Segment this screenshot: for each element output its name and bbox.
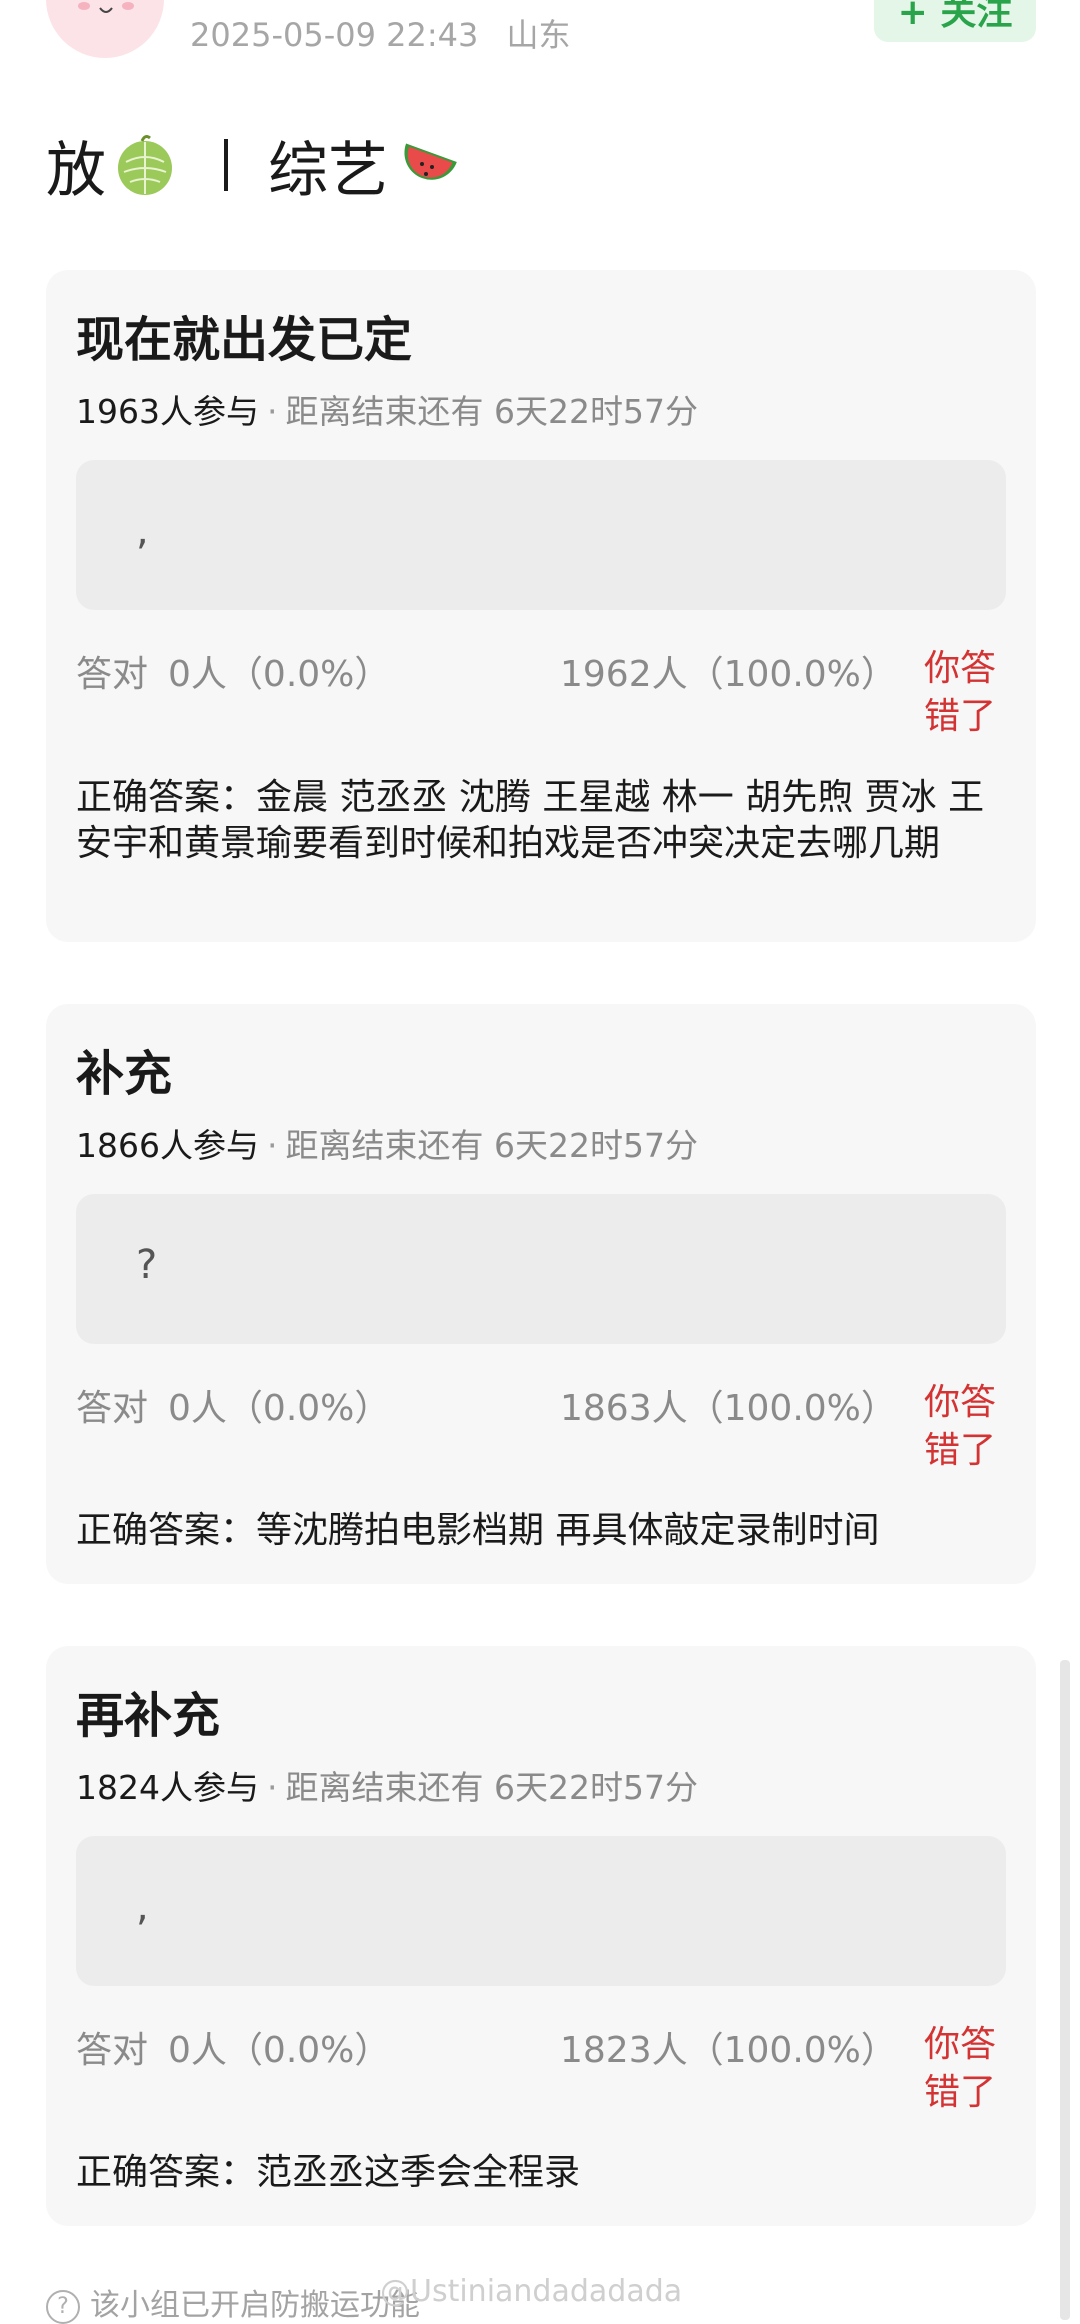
poll-meta: 1824人参与 · 距离结束还有 6天22时57分 — [76, 1761, 698, 1809]
correct-stat: 答对 0人（0.0%） — [76, 1379, 390, 1431]
poll-answer-text: , — [136, 1884, 149, 1930]
anti-repost-note: ? 该小组已开启防搬运功能 — [46, 2280, 420, 2324]
poll-remaining-time: 距离结束还有 6天22时57分 — [285, 392, 698, 431]
poll-stats: 答对 0人（0.0%） 1962人（100.0%） 你答错了 — [76, 645, 1006, 745]
correct-count: 0人（0.0%） — [168, 1388, 391, 1429]
avatar[interactable] — [46, 0, 164, 58]
poll-title: 补充 — [76, 1046, 173, 1102]
poll-answer-option[interactable]: , — [76, 460, 1006, 610]
post-meta: 2025-05-09 22:43 山东 — [190, 10, 571, 56]
poll-card: 现在就出发已定 1963人参与 · 距离结束还有 6天22时57分 , 答对 0人（0… — [46, 270, 1036, 942]
wrong-count: 1823人（100.0%） — [560, 2030, 897, 2071]
correct-stat: 答对 0人（0.0%） — [76, 2021, 390, 2073]
watermark: @Ustiniandadadada — [380, 2274, 683, 2309]
poll-remaining-time: 距离结束还有 6天22时57分 — [285, 1126, 698, 1165]
post-datetime: 2025-05-09 22:43 — [190, 16, 479, 54]
poll-meta: 1963人参与 · 距离结束还有 6天22时57分 — [76, 385, 698, 433]
poll-meta: 1866人参与 · 距离结束还有 6天22时57分 — [76, 1119, 698, 1167]
anti-repost-text: 该小组已开启防搬运功能 — [90, 2288, 420, 2323]
title-left-text: 放 — [46, 135, 106, 206]
meta-dot: · — [266, 1126, 278, 1165]
meta-dot: · — [266, 1768, 278, 1807]
correct-stat: 答对 0人（0.0%） — [76, 645, 390, 697]
correct-label: 答对 — [76, 1388, 149, 1429]
verdict-badge: 你答错了 — [924, 2024, 997, 2113]
poll-title: 现在就出发已定 — [76, 312, 413, 368]
poll-card: 补充 1866人参与 · 距离结束还有 6天22时57分 ? 答对 0人（0.0%） … — [46, 1004, 1036, 1584]
melon-icon — [118, 135, 172, 195]
meta-dot: · — [266, 392, 278, 431]
poll-stats: 答对 0人（0.0%） 1863人（100.0%） 你答错了 — [76, 1379, 1006, 1479]
correct-answer: 正确答案：范丞丞这季会全程录 — [76, 2152, 581, 2193]
poll-answer-option[interactable]: , — [76, 1836, 1006, 1986]
follow-button[interactable]: + 关注 — [874, 0, 1036, 42]
wrong-count: 1863人（100.0%） — [560, 1388, 897, 1429]
poll-participants: 1963人参与 — [76, 392, 259, 431]
poll-answer-text: ? — [136, 1242, 158, 1288]
poll-answer-text: , — [136, 508, 149, 554]
post-title: 放 综艺 — [46, 120, 466, 210]
correct-count: 0人（0.0%） — [168, 2030, 391, 2071]
post-header: 2025-05-09 22:43 山东 + 关注 — [0, 0, 1080, 70]
poll-stats: 答对 0人（0.0%） 1823人（100.0%） 你答错了 — [76, 2021, 1006, 2121]
poll-title: 再补充 — [76, 1688, 221, 1744]
poll-answer-option[interactable]: ? — [76, 1194, 1006, 1344]
watermelon-icon — [404, 143, 457, 180]
verdict-badge: 你答错了 — [924, 1382, 997, 1471]
poll-remaining-time: 距离结束还有 6天22时57分 — [285, 1768, 698, 1807]
title-separator — [224, 139, 228, 191]
title-right-text: 综艺 — [268, 135, 388, 206]
poll-card: 再补充 1824人参与 · 距离结束还有 6天22时57分 , 答对 0人（0.0%）… — [46, 1646, 1036, 2226]
correct-answer: 正确答案：等沈腾拍电影档期 再具体敲定录制时间 — [76, 1510, 880, 1551]
correct-count: 0人（0.0%） — [168, 654, 391, 695]
poll-participants: 1866人参与 — [76, 1126, 259, 1165]
correct-answer: 正确答案：金晨 范丞丞 沈腾 王星越 林一 胡先煦 贾冰 王安宇和黄景瑜要看到时… — [76, 777, 985, 864]
poll-participants: 1824人参与 — [76, 1768, 259, 1807]
wrong-count: 1962人（100.0%） — [560, 654, 897, 695]
correct-label: 答对 — [76, 654, 149, 695]
verdict-badge: 你答错了 — [924, 648, 997, 737]
avatar-face-icon — [78, 2, 134, 13]
correct-label: 答对 — [76, 2030, 149, 2071]
post-location: 山东 — [506, 16, 571, 54]
question-icon: ? — [46, 2289, 80, 2324]
scrollbar[interactable] — [1060, 1660, 1070, 2320]
